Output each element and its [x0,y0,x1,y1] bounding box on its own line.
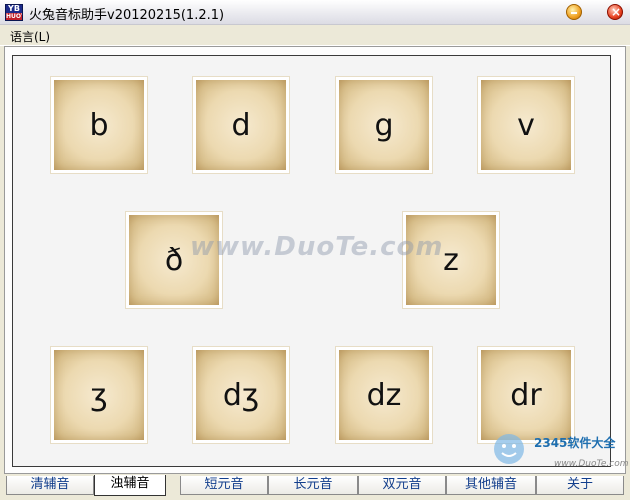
phonetic-card-ezh[interactable]: ʒ [51,347,147,443]
phonetic-symbol: dz [366,377,402,413]
phonetic-symbol: d [231,107,251,143]
tab-other-consonants[interactable]: 其他辅音 [446,476,536,495]
phonetic-card-dz[interactable]: dz [336,347,432,443]
phonetic-symbol: b [89,107,109,143]
site-watermark: www.DuoTe.com [190,232,444,262]
brand-url: www.DuoTe.com [554,459,629,469]
app-icon-bottom-label: HUOTU [6,13,22,20]
menu-language[interactable]: 语言(L) [10,28,50,45]
phonetic-symbol: g [374,107,394,143]
window-title: 火兔音标助手v20120215(1.2.1) [29,8,225,23]
phonetic-symbol: dr [510,377,542,413]
minimize-button[interactable] [566,4,582,20]
tab-about[interactable]: 关于 [536,476,624,495]
phonetic-card-b[interactable]: b [51,77,147,173]
tab-voiced-consonants[interactable]: 浊辅音 [94,475,166,496]
brand-name: 2345软件大全 [534,436,616,450]
tab-bar: 清辅音 浊辅音 短元音 长元音 双元音 其他辅音 关于 [0,474,630,500]
tab-diphthongs[interactable]: 双元音 [358,476,446,495]
phonetic-card-g[interactable]: g [336,77,432,173]
tab-short-vowels[interactable]: 短元音 [180,476,268,495]
app-icon-top-label: YB [8,4,20,13]
phonetic-symbol: dʒ [222,377,260,413]
phonetic-card-v[interactable]: v [478,77,574,173]
title-bar[interactable]: YB HUOTU 火兔音标助手v20120215(1.2.1) [0,0,630,25]
brand-logo-icon [494,434,524,464]
phonetic-card-dr[interactable]: dr [478,347,574,443]
tab-long-vowels[interactable]: 长元音 [268,476,358,495]
brand-watermark: 2345软件大全 www.DuoTe.com [492,432,629,478]
menu-bar: 语言(L) [0,25,630,46]
phonetic-symbol: v [517,107,535,143]
phonetic-card-dezh[interactable]: dʒ [193,347,289,443]
close-button[interactable] [607,4,623,20]
app-icon: YB HUOTU [5,4,23,21]
phonetic-symbol: ʒ [90,377,108,413]
phonetic-card-d[interactable]: d [193,77,289,173]
tab-voiceless-consonants[interactable]: 清辅音 [6,476,94,495]
